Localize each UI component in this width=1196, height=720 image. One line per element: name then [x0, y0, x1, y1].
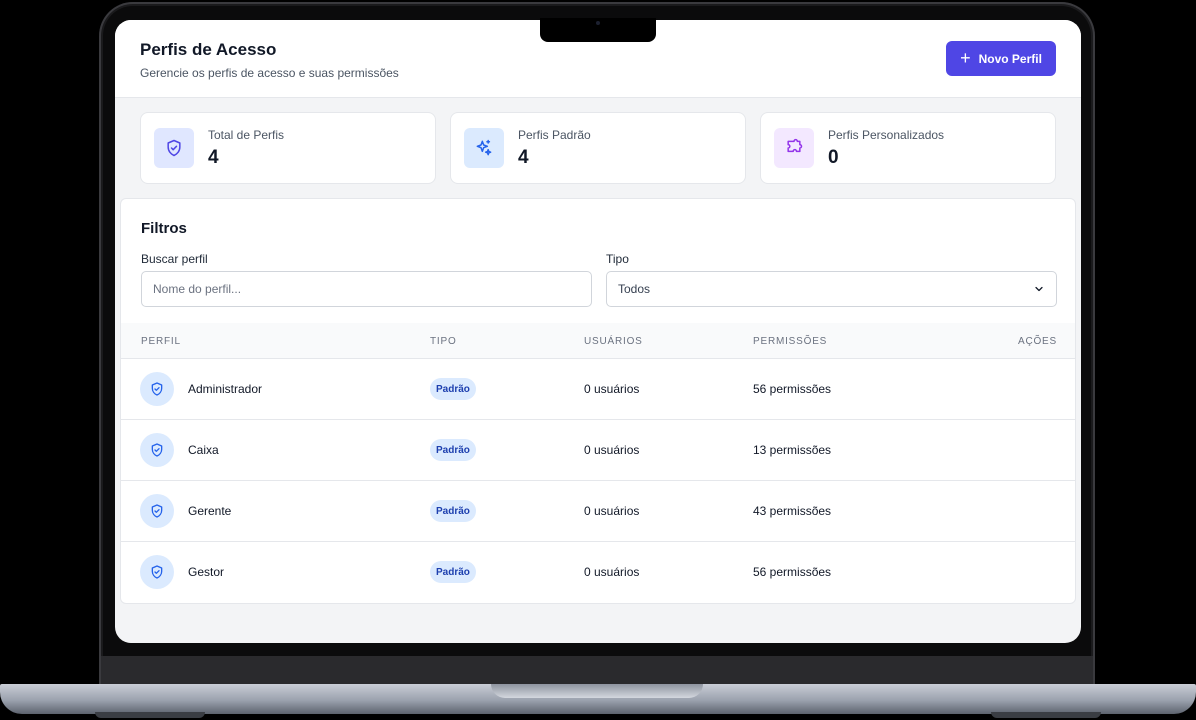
type-badge: Padrão	[430, 561, 476, 583]
table-row[interactable]: Caixa Padrão 0 usuários 13 permissões	[121, 420, 1075, 481]
puzzle-icon	[774, 128, 814, 168]
type-select[interactable]: Todos	[606, 271, 1057, 307]
profile-name: Administrador	[188, 382, 263, 396]
permissions-count: 43 permissões	[753, 504, 832, 518]
stat-label: Total de Perfis	[208, 128, 285, 142]
permissions-count: 13 permissões	[753, 443, 832, 457]
stat-card-total: Total de Perfis 4	[140, 112, 436, 184]
search-input[interactable]	[141, 271, 592, 307]
type-badge: Padrão	[430, 439, 476, 461]
profile-name: Caixa	[188, 443, 219, 457]
type-badge: Padrão	[430, 500, 476, 522]
stat-card-default: Perfis Padrão 4	[450, 112, 746, 184]
type-badge: Padrão	[430, 378, 476, 400]
table-row[interactable]: Administrador Padrão 0 usuários 56 permi…	[121, 359, 1075, 420]
stat-card-custom: Perfis Personalizados 0	[760, 112, 1056, 184]
profile-name: Gerente	[188, 504, 232, 518]
column-header-users: USUÁRIOS	[584, 336, 643, 347]
users-count: 0 usuários	[584, 443, 640, 457]
stat-label: Perfis Personalizados	[828, 128, 945, 142]
laptop-foot-left	[95, 712, 205, 718]
users-count: 0 usuários	[584, 565, 640, 579]
stat-value: 0	[828, 147, 839, 168]
type-select-value: Todos	[618, 282, 651, 296]
shield-icon	[140, 372, 174, 406]
chevron-down-icon	[1035, 286, 1043, 292]
profile-name: Gestor	[188, 565, 225, 579]
stat-label: Perfis Padrão	[518, 128, 591, 142]
page-subtitle: Gerencie os perfis de acesso e suas perm…	[140, 66, 399, 80]
column-header-profile: PERFIL	[141, 336, 181, 347]
laptop-opening-notch	[491, 684, 703, 698]
plus-icon: +	[960, 47, 971, 68]
permissions-count: 56 permissões	[753, 382, 832, 396]
profiles-card: Filtros Buscar perfil Tipo Todos PERFIL …	[120, 198, 1076, 604]
page-title: Perfis de Acesso	[140, 40, 277, 59]
users-count: 0 usuários	[584, 504, 640, 518]
permissions-count: 56 permissões	[753, 565, 832, 579]
column-header-actions: AÇÕES	[1017, 336, 1057, 347]
new-profile-button[interactable]: + Novo Perfil	[946, 41, 1056, 76]
search-label: Buscar perfil	[141, 252, 208, 266]
table-row[interactable]: Gestor Padrão 0 usuários 56 permissões	[121, 542, 1075, 603]
app-screen: Perfis de Acesso Gerencie os perfis de a…	[115, 20, 1081, 643]
shield-icon	[140, 555, 174, 589]
stat-value: 4	[208, 147, 219, 168]
table-row[interactable]: Gerente Padrão 0 usuários 43 permissões	[121, 481, 1075, 542]
laptop-chin	[101, 656, 1093, 686]
camera-icon	[596, 21, 600, 25]
users-count: 0 usuários	[584, 382, 640, 396]
shield-icon	[140, 433, 174, 467]
new-profile-button-label: Novo Perfil	[978, 51, 1042, 66]
camera-notch	[540, 18, 656, 42]
column-header-type: TIPO	[430, 336, 457, 347]
table-header: PERFIL TIPO USUÁRIOS PERMISSÕES AÇÕES	[121, 323, 1075, 359]
type-label: Tipo	[606, 252, 629, 266]
laptop-foot-right	[991, 712, 1101, 718]
stat-value: 4	[518, 147, 529, 168]
column-header-permissions: PERMISSÕES	[753, 336, 828, 347]
shield-check-icon	[154, 128, 194, 168]
shield-icon	[140, 494, 174, 528]
sparkles-icon	[464, 128, 504, 168]
filters-title: Filtros	[141, 220, 187, 237]
